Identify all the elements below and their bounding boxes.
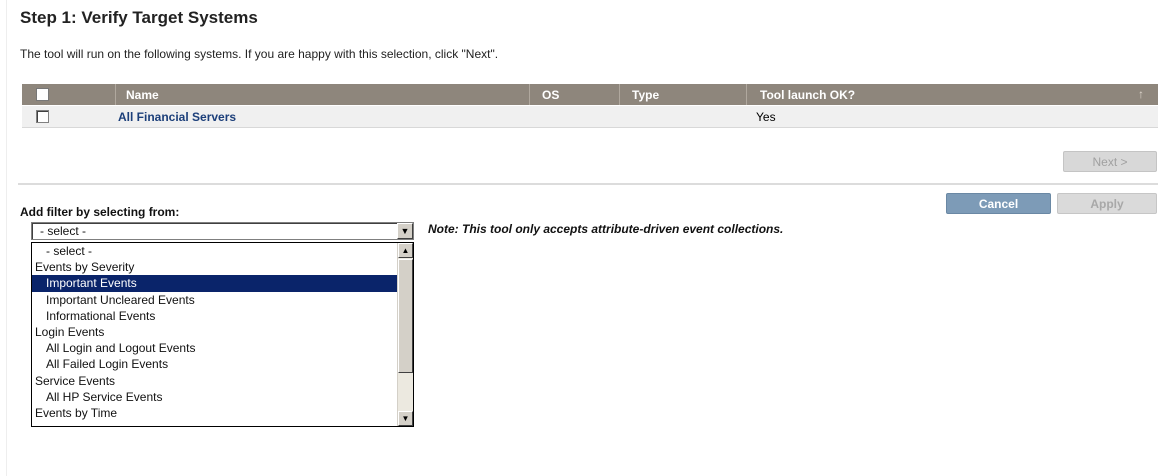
column-header-launch-ok[interactable]: Tool launch OK? — [760, 84, 855, 105]
row-name-link[interactable]: All Financial Servers — [118, 106, 236, 127]
scrollbar[interactable]: ▲ ▼ — [397, 243, 413, 426]
scrollbar-thumb[interactable] — [398, 259, 413, 373]
dropdown-option[interactable]: All HP Service Events — [32, 389, 413, 405]
dropdown-option[interactable]: Important Events — [32, 275, 413, 292]
option-group[interactable]: Events by Time — [32, 405, 413, 421]
left-border — [6, 0, 7, 476]
intro-text: The tool will run on the following syste… — [20, 47, 499, 61]
cancel-button[interactable]: Cancel — [946, 193, 1051, 214]
filter-select[interactable]: - select - ▼ — [31, 222, 414, 240]
option-list: - select - Events by Severity Important Ev… — [32, 243, 413, 421]
option-group[interactable]: Login Events — [32, 324, 413, 340]
next-button[interactable]: Next > — [1063, 151, 1157, 172]
note-text: Note: This tool only accepts attribute-d… — [428, 222, 784, 236]
page-title: Step 1: Verify Target Systems — [20, 8, 258, 27]
column-separator — [115, 84, 116, 105]
column-separator — [619, 84, 620, 105]
dropdown-arrow-button[interactable]: ▼ — [397, 223, 413, 239]
column-separator — [529, 84, 530, 105]
dropdown-option[interactable]: Informational Events — [32, 308, 413, 324]
row-launch-ok: Yes — [756, 109, 776, 124]
dropdown-option[interactable]: All Login and Logout Events — [32, 340, 413, 356]
arrow-up-icon: ▲ — [401, 246, 410, 255]
option-group[interactable]: Events by Severity — [32, 259, 413, 275]
scroll-down-button[interactable]: ▼ — [398, 411, 413, 426]
column-header-name[interactable]: Name — [126, 84, 159, 105]
filter-select-value: - select - — [40, 224, 87, 238]
column-separator — [746, 84, 747, 105]
scroll-up-button[interactable]: ▲ — [398, 243, 413, 258]
column-header-os[interactable]: OS — [542, 84, 559, 105]
option-group[interactable]: Service Events — [32, 373, 413, 389]
dropdown-option[interactable]: - select - — [32, 243, 413, 259]
filter-dropdown-list[interactable]: - select - Events by Severity Important Ev… — [31, 242, 414, 427]
sort-arrow-icon[interactable]: ↑ — [1138, 87, 1144, 101]
section-divider — [18, 183, 1158, 185]
dropdown-option[interactable]: Important Uncleared Events — [32, 292, 413, 308]
apply-button[interactable]: Apply — [1057, 193, 1157, 214]
chevron-down-icon: ▼ — [400, 226, 410, 236]
table-row: All Financial Servers Yes — [22, 106, 1158, 128]
select-all-checkbox[interactable] — [36, 88, 49, 101]
row-checkbox[interactable] — [36, 110, 49, 123]
dropdown-option[interactable]: All Failed Login Events — [32, 356, 413, 372]
filter-label: Add filter by selecting from: — [20, 205, 180, 219]
column-header-type[interactable]: Type — [632, 84, 659, 105]
grid-header: Name OS Type Tool launch OK? ↑ — [22, 84, 1158, 105]
arrow-down-icon: ▼ — [401, 414, 410, 423]
